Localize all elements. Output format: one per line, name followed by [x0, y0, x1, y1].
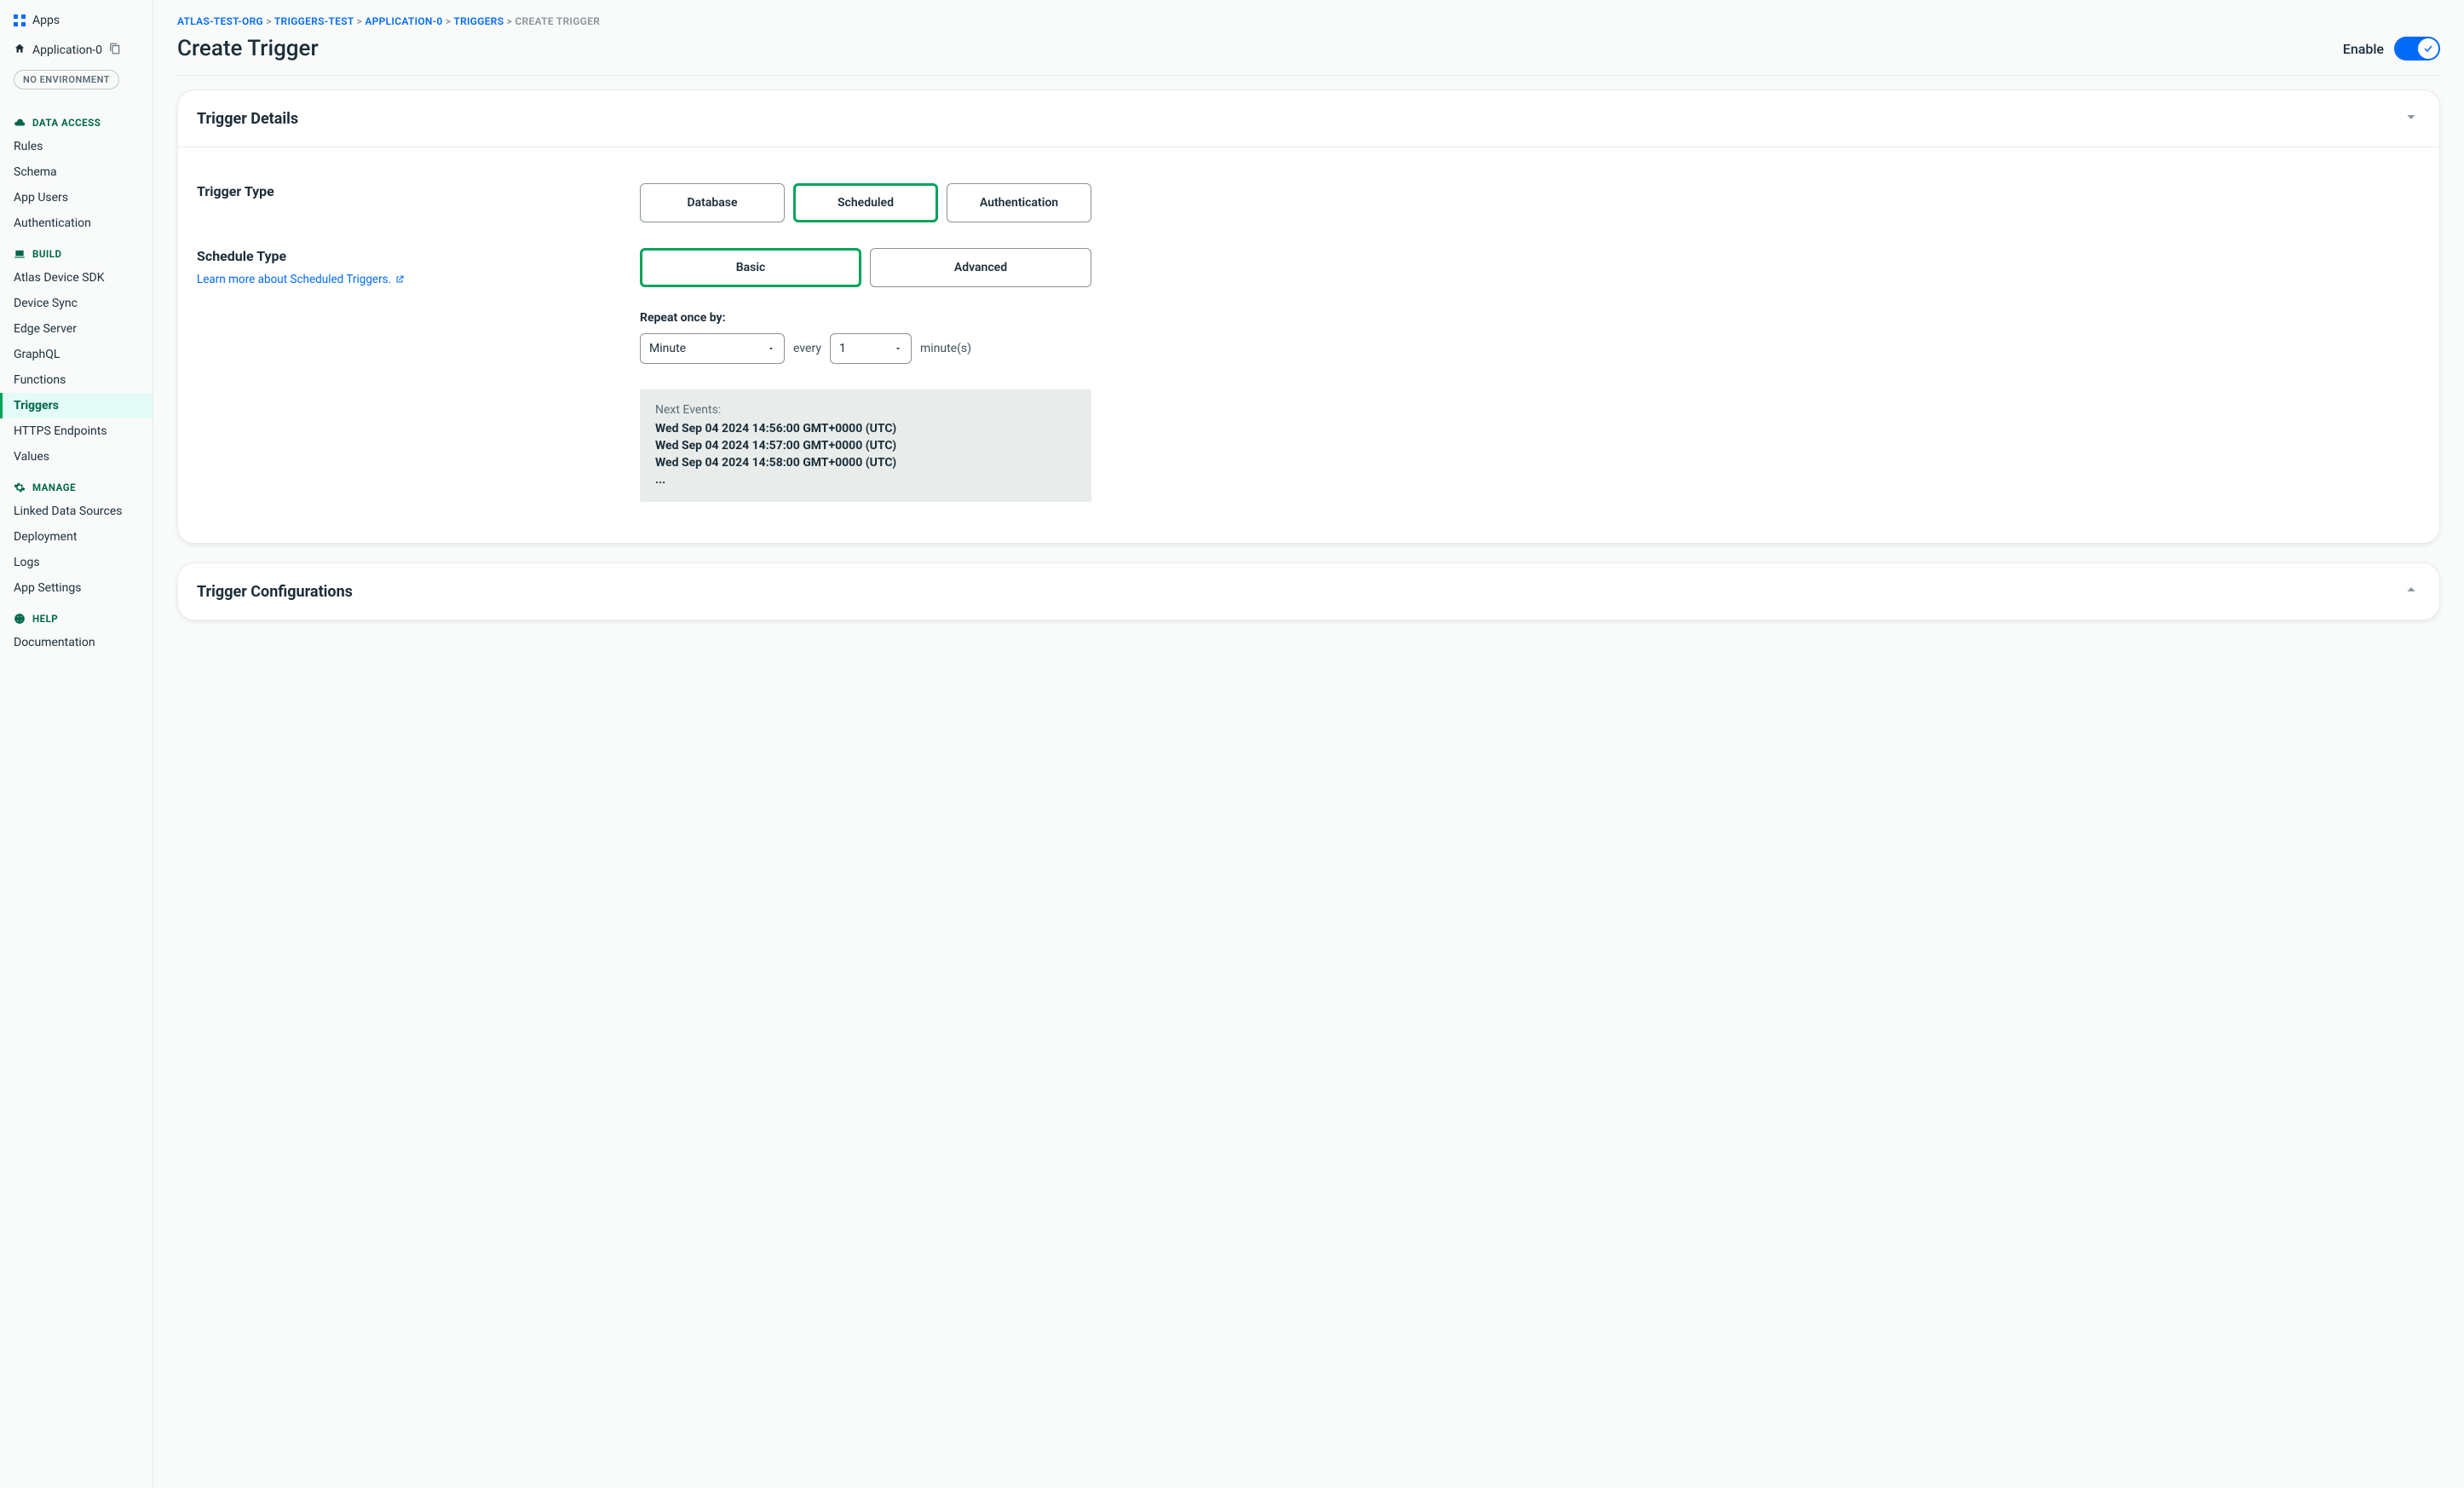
sidebar-apps-label: Apps [32, 14, 60, 27]
support-icon [14, 613, 26, 625]
breadcrumb: ATLAS-TEST-ORG > TRIGGERS-TEST > APPLICA… [177, 15, 2440, 27]
section-header-help: HELP [0, 601, 153, 630]
breadcrumb-current: CREATE TRIGGER [515, 15, 600, 27]
next-events-box: Next Events: Wed Sep 04 2024 14:56:00 GM… [640, 389, 1091, 502]
trigger-details-header[interactable]: Trigger Details [178, 90, 2439, 147]
cloud-icon [14, 117, 26, 129]
repeat-unit-select[interactable]: Minute [640, 333, 785, 364]
sidebar-item-graphql[interactable]: GraphQL [0, 342, 153, 367]
trigger-type-authentication[interactable]: Authentication [947, 183, 1091, 222]
sidebar-item-deployment[interactable]: Deployment [0, 524, 153, 550]
sidebar-item-edge-server[interactable]: Edge Server [0, 316, 153, 342]
check-icon [2423, 43, 2433, 54]
laptop-icon [14, 248, 26, 260]
toggle-knob [2418, 38, 2438, 59]
repeat-suffix: minute(s) [920, 342, 971, 355]
next-events-label: Next Events: [655, 403, 1076, 417]
next-event-1: Wed Sep 04 2024 14:57:00 GMT+0000 (UTC) [655, 439, 1076, 453]
caret-down-icon [894, 344, 902, 353]
schedule-type-advanced[interactable]: Advanced [870, 248, 1091, 287]
trigger-details-card: Trigger Details Trigger Type Database Sc… [177, 89, 2440, 544]
gear-icon [14, 482, 26, 493]
trigger-type-database[interactable]: Database [640, 183, 785, 222]
trigger-type-label: Trigger Type [197, 183, 640, 199]
sidebar-item-app-settings[interactable]: App Settings [0, 575, 153, 601]
section-header-manage: MANAGE [0, 470, 153, 499]
sidebar-item-triggers[interactable]: Triggers [0, 393, 153, 418]
chevron-down-icon [2402, 107, 2421, 130]
env-badge: NO ENVIRONMENT [14, 70, 119, 89]
breadcrumb-org[interactable]: ATLAS-TEST-ORG [177, 15, 263, 27]
sidebar-apps-link[interactable]: Apps [14, 14, 139, 27]
sidebar-item-authentication[interactable]: Authentication [0, 211, 153, 236]
schedule-type-basic[interactable]: Basic [640, 248, 861, 287]
next-events-more: ... [655, 473, 1076, 487]
repeat-label: Repeat once by: [640, 311, 2421, 325]
section-header-data-access: DATA ACCESS [0, 105, 153, 134]
schedule-type-segmented: Basic Advanced [640, 248, 2421, 287]
repeat-every-label: every [793, 342, 821, 355]
caret-down-icon [767, 344, 775, 353]
section-header-build: BUILD [0, 236, 153, 265]
sidebar-item-app-users[interactable]: App Users [0, 185, 153, 211]
home-icon [14, 43, 26, 58]
trigger-type-segmented: Database Scheduled Authentication [640, 183, 2421, 222]
enable-label: Enable [2343, 41, 2384, 57]
chevron-up-icon [2402, 580, 2421, 603]
sidebar-item-documentation[interactable]: Documentation [0, 630, 153, 655]
repeat-unit-value: Minute [649, 342, 686, 355]
next-event-0: Wed Sep 04 2024 14:56:00 GMT+0000 (UTC) [655, 422, 1076, 435]
sidebar: Apps Application-0 NO ENVIRONMENT DATA A… [0, 0, 153, 1488]
sidebar-app-link[interactable]: Application-0 [14, 43, 139, 58]
learn-more-link[interactable]: Learn more about Scheduled Triggers. [197, 273, 405, 286]
enable-toggle[interactable] [2394, 37, 2440, 61]
sidebar-item-atlas-device-sdk[interactable]: Atlas Device SDK [0, 265, 153, 291]
sidebar-item-device-sync[interactable]: Device Sync [0, 291, 153, 316]
trigger-configurations-card: Trigger Configurations [177, 562, 2440, 620]
page-title: Create Trigger [177, 36, 319, 61]
schedule-type-label: Schedule Type [197, 248, 640, 264]
next-event-2: Wed Sep 04 2024 14:58:00 GMT+0000 (UTC) [655, 456, 1076, 470]
sidebar-item-values[interactable]: Values [0, 444, 153, 470]
breadcrumb-triggers[interactable]: TRIGGERS [453, 15, 504, 27]
sidebar-app-name: Application-0 [32, 43, 102, 57]
trigger-type-scheduled[interactable]: Scheduled [793, 183, 938, 222]
trigger-configurations-title: Trigger Configurations [197, 583, 353, 601]
main-content: ATLAS-TEST-ORG > TRIGGERS-TEST > APPLICA… [153, 0, 2464, 1488]
sidebar-item-https-endpoints[interactable]: HTTPS Endpoints [0, 418, 153, 444]
copy-icon[interactable] [109, 43, 121, 58]
sidebar-item-linked-data-sources[interactable]: Linked Data Sources [0, 499, 153, 524]
repeat-value-select[interactable]: 1 [830, 333, 912, 364]
sidebar-item-functions[interactable]: Functions [0, 367, 153, 393]
external-link-icon [394, 274, 405, 285]
sidebar-item-logs[interactable]: Logs [0, 550, 153, 575]
trigger-configurations-header[interactable]: Trigger Configurations [178, 563, 2439, 620]
breadcrumb-project[interactable]: TRIGGERS-TEST [274, 15, 354, 27]
apps-icon [14, 14, 26, 26]
sidebar-item-rules[interactable]: Rules [0, 134, 153, 159]
breadcrumb-app[interactable]: APPLICATION-0 [365, 15, 442, 27]
sidebar-item-schema[interactable]: Schema [0, 159, 153, 185]
repeat-value: 1 [839, 342, 846, 355]
trigger-details-title: Trigger Details [197, 110, 298, 128]
